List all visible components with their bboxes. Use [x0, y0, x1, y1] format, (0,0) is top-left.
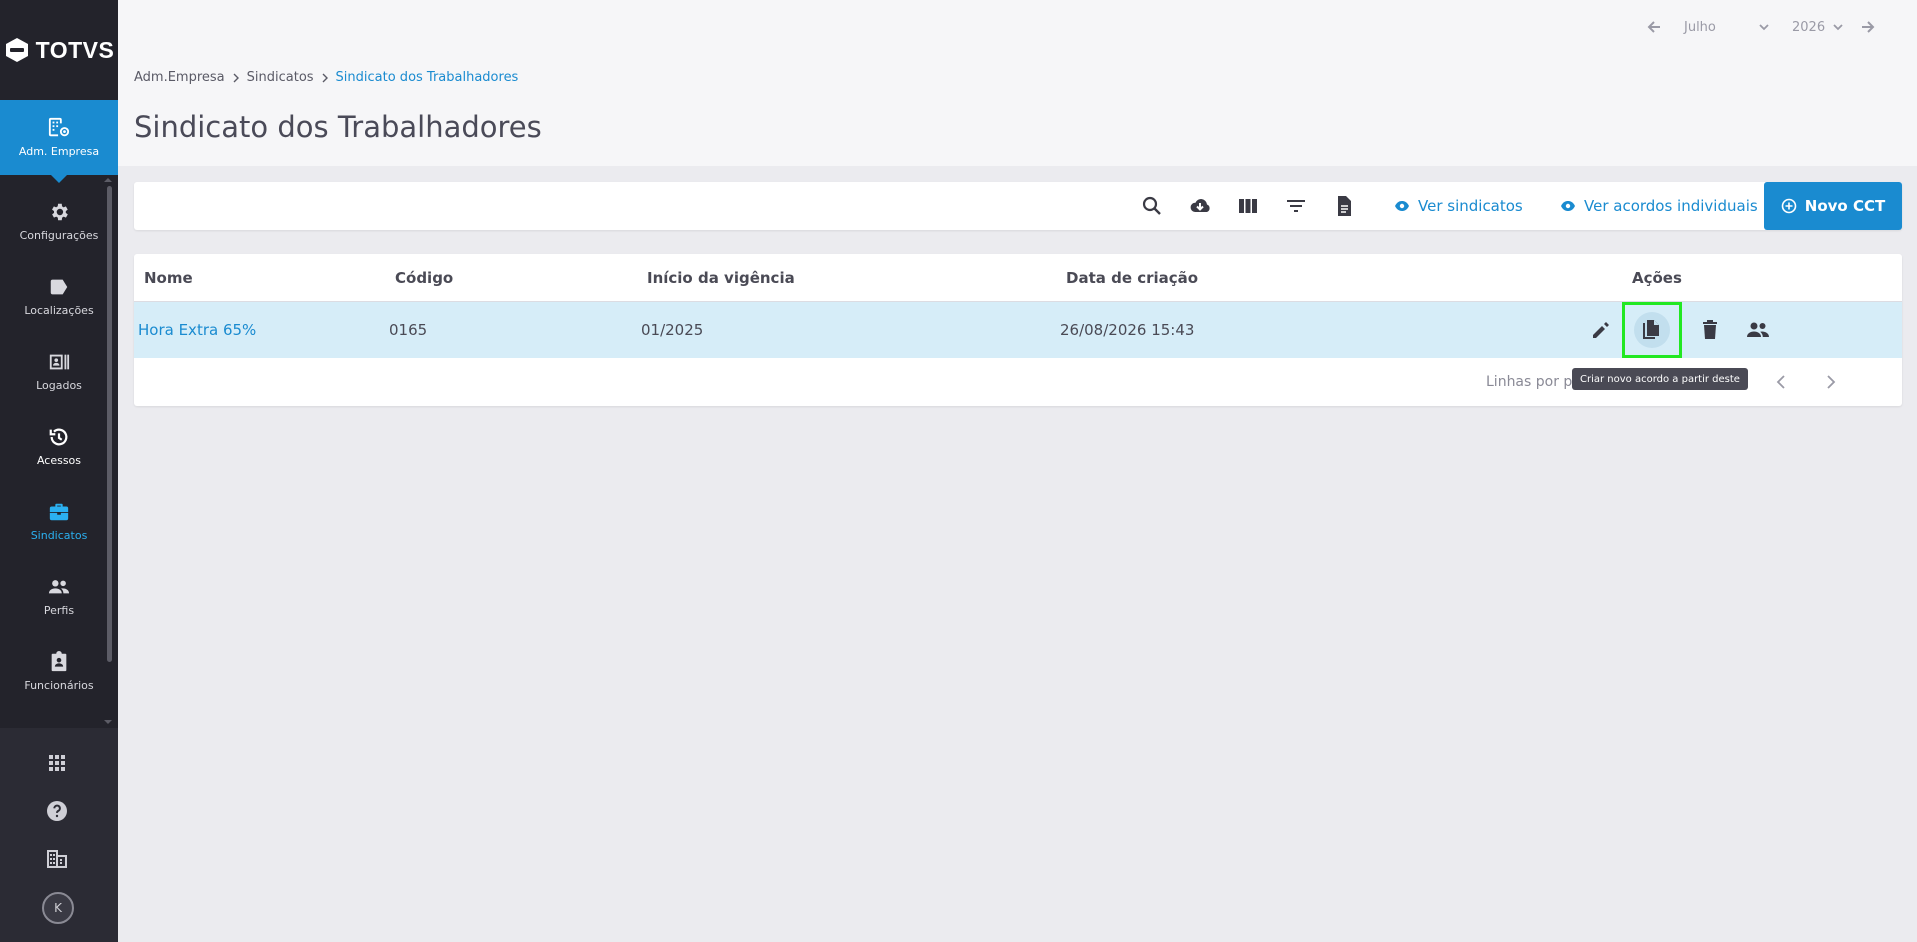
scroll-up-arrow[interactable] [104, 178, 112, 182]
chevron-down-icon [1759, 24, 1769, 31]
eye-icon [1561, 201, 1575, 211]
avatar[interactable]: K [42, 892, 74, 924]
sidebar-item-label: Acessos [36, 454, 82, 467]
sidebar-item-localizacoes[interactable]: Localizações [0, 259, 118, 334]
history-icon [49, 428, 68, 446]
rows-per-page-label: Linhas por pá [1486, 374, 1581, 390]
toolbar: Ver sindicatos Ver acordos individuais N… [134, 182, 1902, 230]
sidebar-item-label: Localizações [24, 304, 94, 317]
clipboard-user-icon [51, 651, 67, 672]
month-value: Julho [1684, 19, 1716, 35]
cloud-download-icon[interactable] [1188, 194, 1212, 218]
chevron-right-icon [233, 73, 239, 82]
next-page-button[interactable] [1818, 370, 1842, 394]
column-header-inicio-vigencia[interactable]: Início da vigência [647, 269, 795, 287]
copy-agreement-tooltip: Criar novo acordo a partir deste [1572, 368, 1748, 390]
copy-agreement-button[interactable] [1622, 302, 1682, 358]
cell-inicio-vigencia: 01/2025 [641, 321, 704, 339]
sidebar-item-funcionarios[interactable]: Funcionários [0, 634, 118, 709]
briefcase-icon [49, 503, 69, 521]
page-title: Sindicato dos Trabalhadores [134, 110, 542, 144]
chevron-right-icon [322, 73, 328, 82]
search-icon[interactable] [1140, 194, 1164, 218]
people-icon [48, 580, 70, 594]
sidebar-item-acessos[interactable]: Acessos [0, 409, 118, 484]
sidebar-item-label: Logados [36, 379, 82, 392]
sidebar-item-label: Funcionários [24, 679, 94, 692]
table-row[interactable]: Hora Extra 65% 0165 01/2025 26/08/2026 1… [134, 302, 1902, 358]
scroll-down-arrow[interactable] [104, 720, 112, 724]
ver-sindicatos-button[interactable]: Ver sindicatos [1394, 182, 1523, 230]
filter-icon[interactable] [1284, 194, 1308, 218]
eye-icon [1395, 201, 1409, 211]
chevron-left-icon [1776, 375, 1785, 389]
building-gear-icon [48, 117, 70, 137]
people-icon[interactable] [1746, 318, 1770, 342]
arrow-left-icon [1647, 21, 1660, 33]
month-select[interactable]: Julho [1684, 17, 1770, 37]
sidebar-item-adm-empresa[interactable]: Adm. Empresa [0, 100, 118, 183]
logo-text: TOTVS [35, 36, 115, 63]
column-header-codigo[interactable]: Código [395, 269, 453, 287]
breadcrumb-item-current: Sindicato dos Trabalhadores [335, 70, 519, 85]
ver-acordos-individuais-button[interactable]: Ver acordos individuais [1560, 182, 1758, 230]
chevron-down-icon [1833, 24, 1843, 31]
novo-cct-button[interactable]: Novo CCT [1764, 182, 1902, 230]
cell-data-criacao: 26/08/2026 15:43 [1060, 321, 1195, 339]
sidebar-item-label: Sindicatos [30, 529, 88, 542]
columns-icon[interactable] [1236, 194, 1260, 218]
gear-icon [52, 203, 68, 221]
novo-cct-label: Novo CCT [1804, 197, 1886, 215]
prev-period-button[interactable] [1647, 17, 1661, 37]
avatar-initial: K [54, 901, 62, 915]
cell-nome[interactable]: Hora Extra 65% [138, 321, 256, 339]
delete-icon[interactable] [1698, 318, 1722, 342]
help-circle-icon[interactable] [45, 799, 69, 823]
totvs-logo-icon [5, 38, 28, 62]
sidebar-scrollbar[interactable] [107, 186, 112, 662]
breadcrumb: Adm.Empresa Sindicatos Sindicato dos Tra… [134, 70, 518, 85]
previous-page-button[interactable] [1770, 370, 1794, 394]
company-building-icon[interactable] [45, 847, 69, 871]
next-period-button[interactable] [1861, 17, 1875, 37]
sidebar-item-logados[interactable]: Logados [0, 334, 118, 409]
copy-icon [1639, 318, 1663, 342]
column-header-data-criacao[interactable]: Data de criação [1066, 269, 1198, 287]
edit-icon[interactable] [1589, 318, 1613, 342]
column-header-nome[interactable]: Nome [144, 269, 193, 287]
arrow-right-icon [1862, 21, 1875, 33]
sidebar-item-perfis[interactable]: Perfis [0, 559, 118, 634]
table-header: Nome Código Início da vigência Data de c… [134, 254, 1902, 302]
sidebar-item-label: Perfis [43, 604, 75, 617]
apps-grid-icon[interactable] [45, 751, 69, 775]
chevron-right-icon [1827, 375, 1836, 389]
totvs-logo[interactable]: TOTVS [0, 0, 118, 100]
id-badge-icon [49, 354, 70, 370]
sidebar: TOTVS Adm. Empresa Configurações Localiz… [0, 0, 118, 942]
year-select[interactable]: 2026 [1792, 17, 1844, 37]
sidebar-item-label: Adm. Empresa [18, 145, 100, 158]
add-circle-icon [1781, 198, 1797, 214]
cell-codigo: 0165 [389, 321, 428, 339]
year-value: 2026 [1792, 19, 1826, 35]
sidebar-item-configuracoes[interactable]: Configurações [0, 184, 118, 259]
label-tag-icon [50, 279, 68, 295]
breadcrumb-item-sindicatos[interactable]: Sindicatos [247, 70, 314, 85]
ver-acordos-label: Ver acordos individuais [1584, 197, 1758, 215]
sidebar-item-sindicatos[interactable]: Sindicatos [0, 484, 118, 559]
sidebar-item-label: Configurações [19, 229, 99, 242]
column-header-acoes: Ações [1632, 269, 1682, 287]
breadcrumb-item-adm-empresa[interactable]: Adm.Empresa [134, 70, 225, 85]
document-icon[interactable] [1332, 194, 1356, 218]
ver-sindicatos-label: Ver sindicatos [1418, 197, 1523, 215]
